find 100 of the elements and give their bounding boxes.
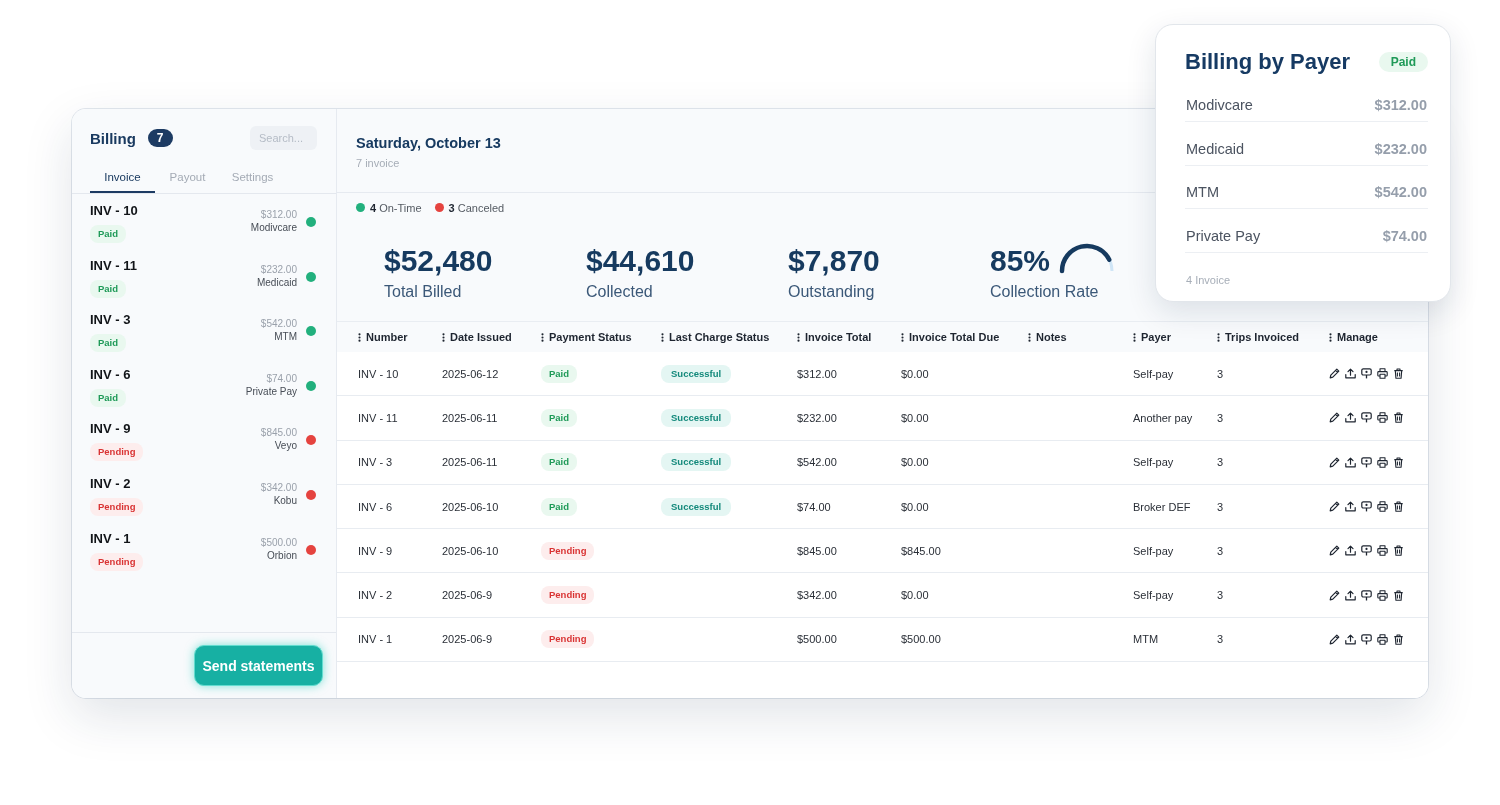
trash-icon[interactable] <box>1393 633 1404 645</box>
signboard-icon[interactable] <box>1361 412 1372 424</box>
grip-icon[interactable] <box>1133 332 1136 342</box>
table-cell: INV - 2 <box>358 589 393 602</box>
invoice-count: 4 Invoice <box>1185 273 1231 287</box>
invoice-amount: $74.00 <box>266 371 297 385</box>
upload-icon[interactable] <box>1345 456 1356 468</box>
table-cell: $0.00 <box>901 500 929 513</box>
tab[interactable]: Invoice <box>90 163 155 193</box>
signboard-icon[interactable] <box>1361 456 1372 468</box>
column-header: Invoice Total <box>805 331 872 343</box>
sidebar-title: Billing <box>90 129 136 147</box>
status-badge: Paid <box>541 497 578 516</box>
invoice-list-item[interactable]: INV - 6 Paid $74.00 Private Pay <box>72 363 336 419</box>
invoice-number: INV - 2 <box>90 475 131 492</box>
trash-icon[interactable] <box>1393 501 1404 513</box>
stat-value: 85% <box>990 244 1051 278</box>
payer-amount: $312.00 <box>1374 96 1427 114</box>
upload-icon[interactable] <box>1345 545 1356 557</box>
pencil-icon[interactable] <box>1329 412 1340 424</box>
charge-status-badge: Successful <box>661 497 732 516</box>
printer-icon[interactable] <box>1377 633 1388 645</box>
trash-icon[interactable] <box>1393 456 1404 468</box>
table-cell: 2025-06-10 <box>442 500 499 513</box>
invoice-number: INV - 6 <box>90 366 131 383</box>
grip-icon[interactable] <box>1329 332 1332 342</box>
table-cell: INV - 9 <box>358 544 393 557</box>
signboard-icon[interactable] <box>1361 545 1372 557</box>
table-cell: 2025-06-9 <box>442 589 493 602</box>
grip-icon[interactable] <box>797 332 800 342</box>
table-cell: $0.00 <box>901 589 929 602</box>
grip-icon[interactable] <box>358 332 361 342</box>
payer-name: Modivcare <box>1186 96 1253 114</box>
pencil-icon[interactable] <box>1329 501 1340 513</box>
signboard-icon[interactable] <box>1361 501 1372 513</box>
charge-status-badge: Successful <box>661 364 732 383</box>
grip-icon[interactable] <box>901 332 904 342</box>
upload-icon[interactable] <box>1345 368 1356 380</box>
status-badge: Paid <box>90 225 127 243</box>
invoice-number: INV - 10 <box>90 203 138 219</box>
column-header: Trips Invoiced <box>1225 331 1299 343</box>
date-title: Saturday, October 13 <box>356 134 501 152</box>
invoice-amount: $542.00 <box>260 317 297 331</box>
signboard-icon[interactable] <box>1361 589 1372 601</box>
table-cell: 3 <box>1217 544 1224 557</box>
pencil-icon[interactable] <box>1329 589 1340 601</box>
printer-icon[interactable] <box>1377 456 1388 468</box>
invoice-number: INV - 3 <box>90 312 131 329</box>
upload-icon[interactable] <box>1345 501 1356 513</box>
invoice-amount: $500.00 <box>260 535 297 549</box>
table-cell: 3 <box>1217 500 1224 513</box>
table-cell: INV - 1 <box>358 633 393 646</box>
grip-icon[interactable] <box>661 332 664 342</box>
trash-icon[interactable] <box>1393 412 1404 424</box>
column-header: Notes <box>1036 331 1067 343</box>
printer-icon[interactable] <box>1377 501 1388 513</box>
grip-icon[interactable] <box>541 332 544 342</box>
count-badge: 7 <box>147 129 173 147</box>
printer-icon[interactable] <box>1377 589 1388 601</box>
pencil-icon[interactable] <box>1329 368 1340 380</box>
table-cell: $542.00 <box>797 456 837 469</box>
table-cell: $500.00 <box>901 633 941 646</box>
signboard-icon[interactable] <box>1361 633 1372 645</box>
upload-icon[interactable] <box>1345 412 1356 424</box>
column-header: Manage <box>1337 331 1378 343</box>
invoice-list-item[interactable]: INV - 2 Pending $342.00 Kobu <box>72 472 336 528</box>
invoice-list-item[interactable]: INV - 11 Paid $232.00 Medicaid <box>72 254 336 310</box>
signboard-icon[interactable] <box>1361 368 1372 380</box>
pencil-icon[interactable] <box>1329 545 1340 557</box>
table-cell: MTM <box>1133 633 1159 646</box>
status-badge: Pending <box>90 443 144 462</box>
payer-name: Medicaid <box>256 275 297 290</box>
legend-label: 3 Canceled <box>448 201 505 214</box>
search-field[interactable]: Search... <box>250 126 317 150</box>
printer-icon[interactable] <box>1377 368 1388 380</box>
invoice-list-item[interactable]: INV - 10 Paid $312.00 Modivcare <box>72 200 336 255</box>
stat-label: Collection Rate <box>990 282 1099 302</box>
column-header: Last Charge Status <box>669 331 770 343</box>
upload-icon[interactable] <box>1345 633 1356 645</box>
charge-status-badge: Successful <box>661 408 732 427</box>
table-cell: Self-pay <box>1133 456 1174 469</box>
grip-icon[interactable] <box>1028 332 1031 342</box>
grip-icon[interactable] <box>1217 332 1220 342</box>
trash-icon[interactable] <box>1393 545 1404 557</box>
table-cell: $845.00 <box>901 544 941 557</box>
table-cell: $0.00 <box>901 456 929 469</box>
invoice-list-item[interactable]: INV - 9 Pending $845.00 Veyo <box>72 418 336 473</box>
printer-icon[interactable] <box>1377 545 1388 557</box>
trash-icon[interactable] <box>1393 589 1404 601</box>
grip-icon[interactable] <box>442 332 445 342</box>
invoice-list-item[interactable]: INV - 1 Pending $500.00 Orbion <box>72 527 336 583</box>
invoice-list-item[interactable]: INV - 3 Paid $542.00 MTM <box>72 309 336 364</box>
pencil-icon[interactable] <box>1329 456 1340 468</box>
payer-name: Kobu <box>273 493 297 508</box>
payer-amount: $542.00 <box>1374 183 1427 201</box>
printer-icon[interactable] <box>1377 412 1388 424</box>
table-cell: 2025-06-11 <box>442 456 498 469</box>
upload-icon[interactable] <box>1345 589 1356 601</box>
pencil-icon[interactable] <box>1329 633 1340 645</box>
trash-icon[interactable] <box>1393 368 1404 380</box>
